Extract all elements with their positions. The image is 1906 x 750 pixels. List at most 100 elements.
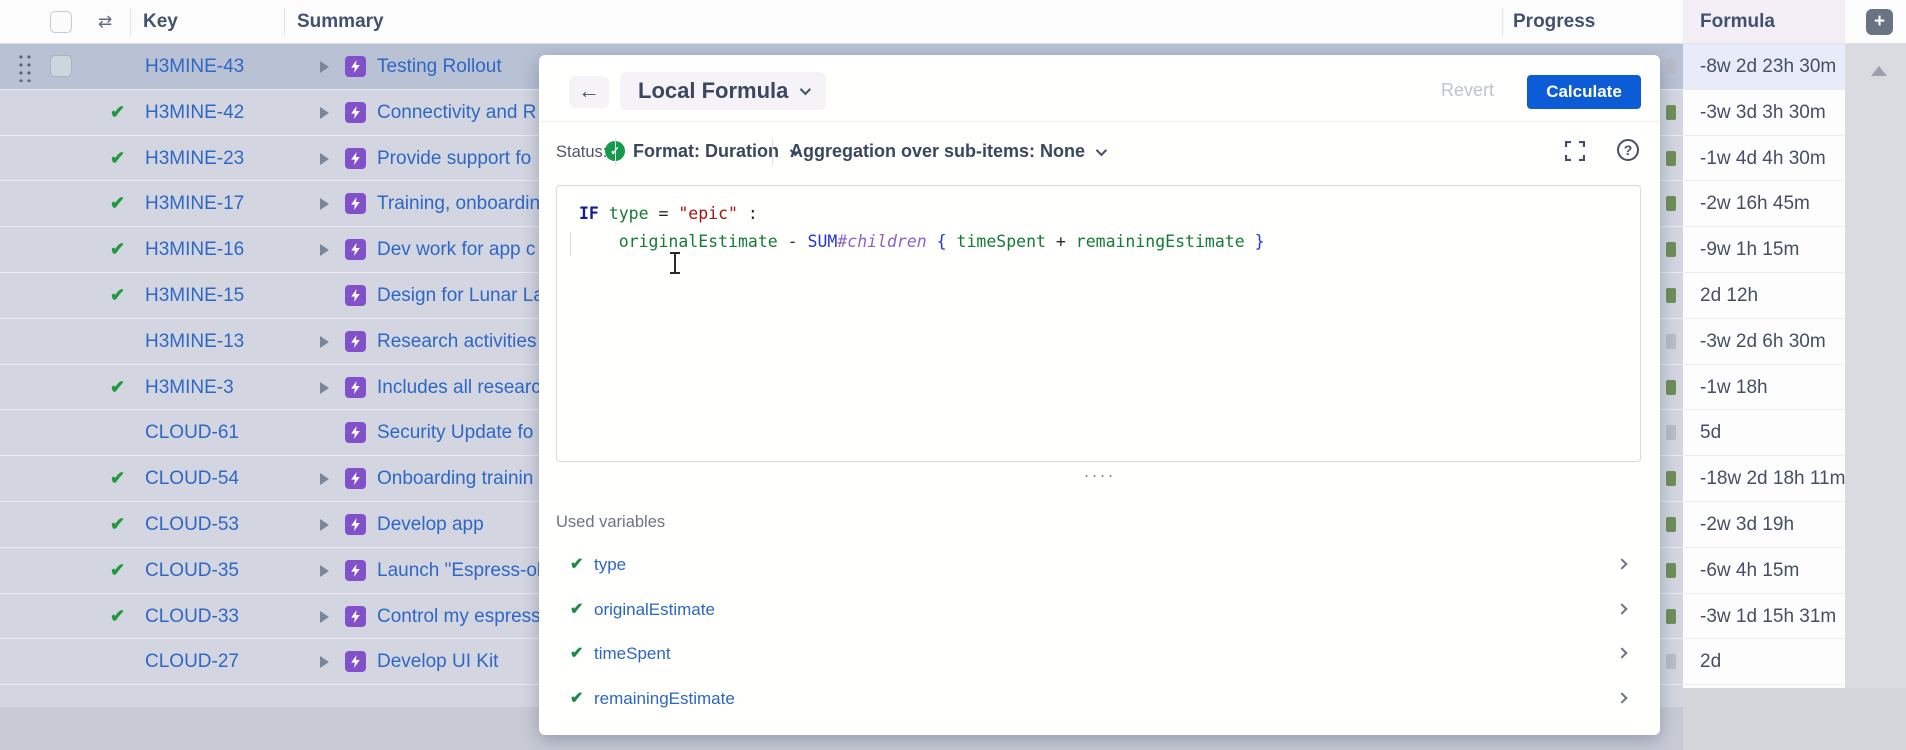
formula-cell[interactable]: -9w 1h 15m — [1683, 227, 1845, 273]
issue-key-link[interactable]: H3MINE-16 — [145, 227, 244, 272]
expand-arrow-icon[interactable] — [320, 611, 329, 623]
back-button[interactable]: ← — [569, 76, 609, 108]
revert-button[interactable]: Revert — [1441, 80, 1494, 101]
chevron-right-icon[interactable] — [1616, 692, 1627, 703]
column-header-formula[interactable]: Formula — [1683, 0, 1845, 44]
formula-cell[interactable]: -1w 4d 4h 30m — [1683, 136, 1845, 182]
done-check-icon: ✔ — [110, 90, 125, 135]
chevron-right-icon[interactable] — [1616, 558, 1627, 569]
formula-type-dropdown[interactable]: Local Formula — [620, 72, 826, 110]
issue-summary-link[interactable]: Onboarding trainin — [377, 456, 533, 501]
expand-arrow-icon[interactable] — [320, 336, 329, 348]
formula-cell[interactable]: -3w 1d 15h 31m — [1683, 594, 1845, 640]
formula-cell[interactable]: 2d 12h — [1683, 273, 1845, 319]
status-label: Status: — [556, 143, 607, 162]
epic-type-icon — [345, 560, 366, 581]
calculate-button[interactable]: Calculate — [1527, 75, 1641, 109]
expand-arrow-icon[interactable] — [320, 656, 329, 668]
used-variable-row[interactable]: ✔originalEstimate — [539, 589, 1660, 633]
issue-summary-link[interactable]: Launch "Espress-oh — [377, 548, 547, 593]
expand-arrow-icon[interactable] — [320, 473, 329, 485]
swap-columns-icon[interactable]: ⇄ — [98, 0, 112, 44]
drag-handle[interactable] — [16, 52, 32, 82]
issue-key-link[interactable]: CLOUD-61 — [145, 410, 239, 455]
used-variable-row[interactable]: ✔type — [539, 544, 1660, 588]
formula-cell[interactable]: -6w 4h 15m — [1683, 548, 1845, 594]
fullscreen-icon[interactable] — [1565, 141, 1585, 161]
issue-summary-link[interactable]: Develop UI Kit — [377, 639, 498, 684]
select-all-checkbox[interactable] — [50, 11, 72, 33]
formula-cell[interactable]: 2d — [1683, 639, 1845, 685]
column-header-progress[interactable]: Progress — [1513, 0, 1595, 44]
formula-code-editor[interactable]: IF type = "epic" : originalEstimate - SU… — [556, 185, 1641, 462]
chevron-right-icon[interactable] — [1616, 647, 1627, 658]
issue-summary-link[interactable]: Connectivity and R — [377, 90, 536, 135]
code-line: originalEstimate - SUM#children { timeSp… — [579, 228, 1265, 256]
issue-summary-link[interactable]: Provide support fo — [377, 136, 531, 181]
issue-key-link[interactable]: CLOUD-27 — [145, 639, 239, 684]
formula-cell[interactable]: -8w 2d 23h 30m — [1683, 44, 1845, 90]
divider — [772, 138, 773, 166]
formula-cell[interactable]: -2w 3d 19h — [1683, 502, 1845, 548]
used-variable-row[interactable]: ✔remainingEstimate — [539, 678, 1660, 722]
issue-key-link[interactable]: H3MINE-15 — [145, 273, 244, 318]
issue-summary-link[interactable]: Research activities — [377, 319, 536, 364]
formula-cell[interactable]: -18w 2d 18h 11m — [1683, 456, 1845, 502]
column-header-key[interactable]: Key — [143, 0, 178, 44]
formula-cell[interactable]: -3w 3d 3h 30m — [1683, 90, 1845, 136]
issue-summary-link[interactable]: Control my espress — [377, 594, 541, 639]
issue-key-link[interactable]: CLOUD-53 — [145, 502, 239, 547]
chevron-right-icon[interactable] — [1616, 603, 1627, 614]
issue-key-link[interactable]: H3MINE-13 — [145, 319, 244, 364]
done-check-icon: ✔ — [110, 136, 125, 181]
expand-arrow-icon[interactable] — [320, 153, 329, 165]
issue-key-link[interactable]: H3MINE-17 — [145, 181, 244, 226]
column-divider — [1502, 8, 1503, 36]
progress-bar-fragment — [1666, 196, 1676, 211]
issue-key-link[interactable]: CLOUD-54 — [145, 456, 239, 501]
formula-cell[interactable]: -3w 2d 6h 30m — [1683, 319, 1845, 365]
expand-arrow-icon[interactable] — [320, 244, 329, 256]
issue-summary-link[interactable]: Dev work for app c — [377, 227, 535, 272]
aggregation-dropdown[interactable]: Aggregation over sub-items: None — [790, 141, 1104, 162]
epic-type-icon — [345, 102, 366, 123]
expand-arrow-icon[interactable] — [320, 107, 329, 119]
expand-arrow-icon[interactable] — [320, 565, 329, 577]
issue-key-link[interactable]: CLOUD-33 — [145, 594, 239, 639]
scroll-up-arrow-icon[interactable] — [1871, 66, 1887, 76]
epic-type-icon — [345, 148, 366, 169]
help-icon[interactable]: ? — [1617, 139, 1639, 161]
used-variable-row[interactable]: ✔timeSpent — [539, 633, 1660, 677]
progress-bar-fragment — [1666, 242, 1676, 257]
issue-summary-link[interactable]: Includes all researc — [377, 365, 541, 410]
add-column-button[interactable]: + — [1866, 9, 1893, 35]
issue-key-link[interactable]: H3MINE-43 — [145, 44, 244, 89]
column-header-summary[interactable]: Summary — [297, 0, 384, 44]
issue-key-link[interactable]: H3MINE-23 — [145, 136, 244, 181]
issue-summary-link[interactable]: Security Update fo — [377, 410, 533, 455]
expand-arrow-icon[interactable] — [320, 61, 329, 73]
issue-key-link[interactable]: H3MINE-42 — [145, 90, 244, 135]
expand-arrow-icon[interactable] — [320, 519, 329, 531]
formula-code: IF type = "epic" : originalEstimate - SU… — [579, 200, 1265, 256]
expand-arrow-icon[interactable] — [320, 198, 329, 210]
epic-type-icon — [345, 239, 366, 260]
issue-key-link[interactable]: H3MINE-3 — [145, 365, 234, 410]
done-check-icon: ✔ — [110, 594, 125, 639]
formula-cell[interactable]: -1w 18h — [1683, 365, 1845, 411]
variable-name: remainingEstimate — [594, 689, 735, 709]
divider — [615, 138, 616, 166]
issue-key-link[interactable]: CLOUD-35 — [145, 548, 239, 593]
formula-column: Formula -8w 2d 23h 30m-3w 3d 3h 30m-1w 4… — [1683, 0, 1845, 688]
issue-summary-link[interactable]: Training, onboardin — [377, 181, 540, 226]
dialog-title: Local Formula — [638, 78, 788, 104]
formula-cell[interactable]: -2w 16h 45m — [1683, 181, 1845, 227]
issue-summary-link[interactable]: Develop app — [377, 502, 484, 547]
issue-summary-link[interactable]: Design for Lunar La — [377, 273, 544, 318]
issue-summary-link[interactable]: Testing Rollout — [377, 44, 502, 89]
row-checkbox[interactable] — [50, 55, 72, 77]
format-dropdown[interactable]: Format: Duration — [633, 141, 798, 162]
editor-resize-handle[interactable]: ···· — [539, 470, 1660, 480]
expand-arrow-icon[interactable] — [320, 382, 329, 394]
formula-cell[interactable]: 5d — [1683, 410, 1845, 456]
